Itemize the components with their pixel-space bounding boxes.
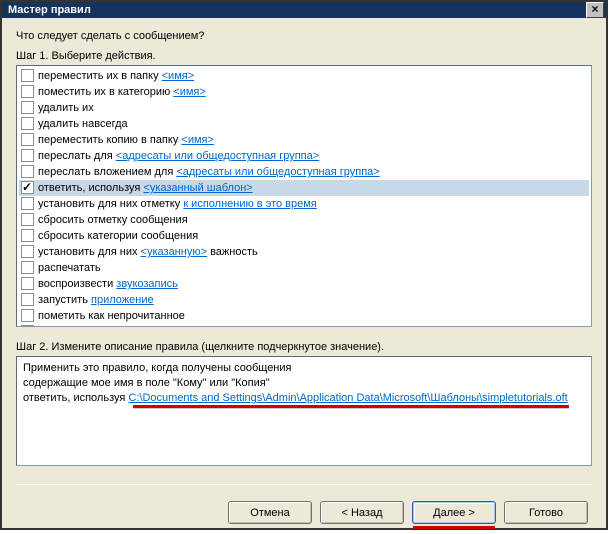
- action-label: удалить их: [38, 101, 94, 115]
- action-checkbox[interactable]: [21, 261, 34, 274]
- action-checkbox[interactable]: [21, 69, 34, 82]
- window-title: Мастер правил: [8, 4, 91, 16]
- action-checkbox[interactable]: [21, 133, 34, 146]
- titlebar: Мастер правил ×: [2, 2, 606, 18]
- action-row[interactable]: ответить, используя <указанный шаблон>: [19, 180, 589, 196]
- finish-button[interactable]: Готово: [504, 501, 588, 524]
- action-row[interactable]: сбросить отметку сообщения: [19, 212, 589, 228]
- action-checkbox[interactable]: [21, 309, 34, 322]
- desc-line3: ответить, используя C:\Documents and Set…: [23, 391, 585, 406]
- action-param-link[interactable]: <имя>: [181, 134, 214, 146]
- action-checkbox[interactable]: [21, 181, 34, 194]
- action-label: поместить их в категорию <имя>: [38, 85, 206, 99]
- action-param-link[interactable]: приложение: [91, 294, 154, 306]
- action-row[interactable]: воспроизвести звукозапись: [19, 276, 589, 292]
- action-checkbox[interactable]: [21, 245, 34, 258]
- cancel-button[interactable]: Отмена: [228, 501, 312, 524]
- action-checkbox[interactable]: [21, 229, 34, 242]
- step1-label: Шаг 1. Выберите действия.: [16, 50, 592, 62]
- action-param-link[interactable]: <имя>: [162, 70, 195, 82]
- action-param-link[interactable]: <имя>: [173, 86, 206, 98]
- action-label: удалить навсегда: [38, 117, 128, 131]
- action-checkbox[interactable]: [21, 165, 34, 178]
- desc-line2: содержащие мое имя в поле "Кому" или "Ко…: [23, 376, 585, 391]
- highlight-redline: [133, 405, 569, 408]
- wizard-buttons: Отмена < Назад Далее > Готово: [16, 491, 592, 524]
- close-icon[interactable]: ×: [586, 2, 604, 18]
- action-checkbox[interactable]: [21, 293, 34, 306]
- action-row[interactable]: сбросить категории сообщения: [19, 228, 589, 244]
- action-checkbox[interactable]: [21, 85, 34, 98]
- back-button[interactable]: < Назад: [320, 501, 404, 524]
- action-row[interactable]: переслать для <адресаты или общедоступна…: [19, 148, 589, 164]
- next-button[interactable]: Далее >: [412, 501, 496, 524]
- action-label: установить для них <указанную> важность: [38, 245, 258, 259]
- action-label: запустить приложение: [38, 293, 154, 307]
- action-label: распечатать: [38, 261, 101, 275]
- action-checkbox[interactable]: [21, 213, 34, 226]
- action-label: пометить как непрочитанное: [38, 309, 185, 323]
- action-param-link[interactable]: <адресаты или общедоступная группа>: [176, 166, 379, 178]
- action-param-link[interactable]: звукозапись: [116, 278, 178, 290]
- desc-line1: Применить это правило, когда получены со…: [23, 361, 585, 376]
- description-box: Применить это правило, когда получены со…: [16, 356, 592, 466]
- action-row[interactable]: установить для них отметку к исполнению …: [19, 196, 589, 212]
- action-checkbox[interactable]: [21, 117, 34, 130]
- action-param-link[interactable]: <указанный шаблон>: [143, 182, 252, 194]
- action-checkbox[interactable]: [21, 149, 34, 162]
- action-checkbox[interactable]: [21, 277, 34, 290]
- action-checkbox[interactable]: [21, 101, 34, 114]
- step2-label: Шаг 2. Измените описание правила (щелкни…: [16, 341, 592, 353]
- action-label: переместить копию в папку <имя>: [38, 133, 214, 147]
- action-label: установить для них отметку к исполнению …: [38, 197, 317, 211]
- action-row[interactable]: поместить их в категорию <имя>: [19, 84, 589, 100]
- rules-wizard-window: Мастер правил × Что следует сделать с со…: [0, 0, 608, 530]
- action-label: воспроизвести звукозапись: [38, 277, 178, 291]
- action-row[interactable]: переслать вложением для <адресаты или об…: [19, 164, 589, 180]
- highlight-redline: [413, 526, 495, 529]
- action-param-link[interactable]: <указанную>: [141, 246, 207, 258]
- action-label: сбросить отметку сообщения: [38, 213, 188, 227]
- action-label: переслать вложением для <адресаты или об…: [38, 165, 380, 179]
- action-param-link[interactable]: к исполнению в это время: [183, 198, 316, 210]
- action-label: ответить, используя <указанный шаблон>: [38, 181, 253, 195]
- action-param-link[interactable]: <адресаты или общедоступная группа>: [116, 150, 319, 162]
- action-label: переслать для <адресаты или общедоступна…: [38, 149, 319, 163]
- action-row[interactable]: распечатать: [19, 260, 589, 276]
- action-row[interactable]: удалить навсегда: [19, 116, 589, 132]
- prompt-text: Что следует сделать с сообщением?: [16, 30, 592, 42]
- actions-list[interactable]: переместить их в папку <имя> поместить их…: [16, 65, 592, 327]
- action-row[interactable]: переместить их в папку <имя>: [19, 68, 589, 84]
- action-checkbox[interactable]: [21, 197, 34, 210]
- action-label: переместить их в папку <имя>: [38, 69, 194, 83]
- action-row[interactable]: переместить копию в папку <имя>: [19, 132, 589, 148]
- action-row[interactable]: установить для них <указанную> важность: [19, 244, 589, 260]
- action-row[interactable]: пометить как непрочитанное: [19, 308, 589, 324]
- action-row[interactable]: удалить их: [19, 100, 589, 116]
- action-label: сбросить категории сообщения: [38, 229, 198, 243]
- template-path-link[interactable]: C:\Documents and Settings\Admin\Applicat…: [128, 392, 567, 404]
- action-row[interactable]: запустить приложение: [19, 292, 589, 308]
